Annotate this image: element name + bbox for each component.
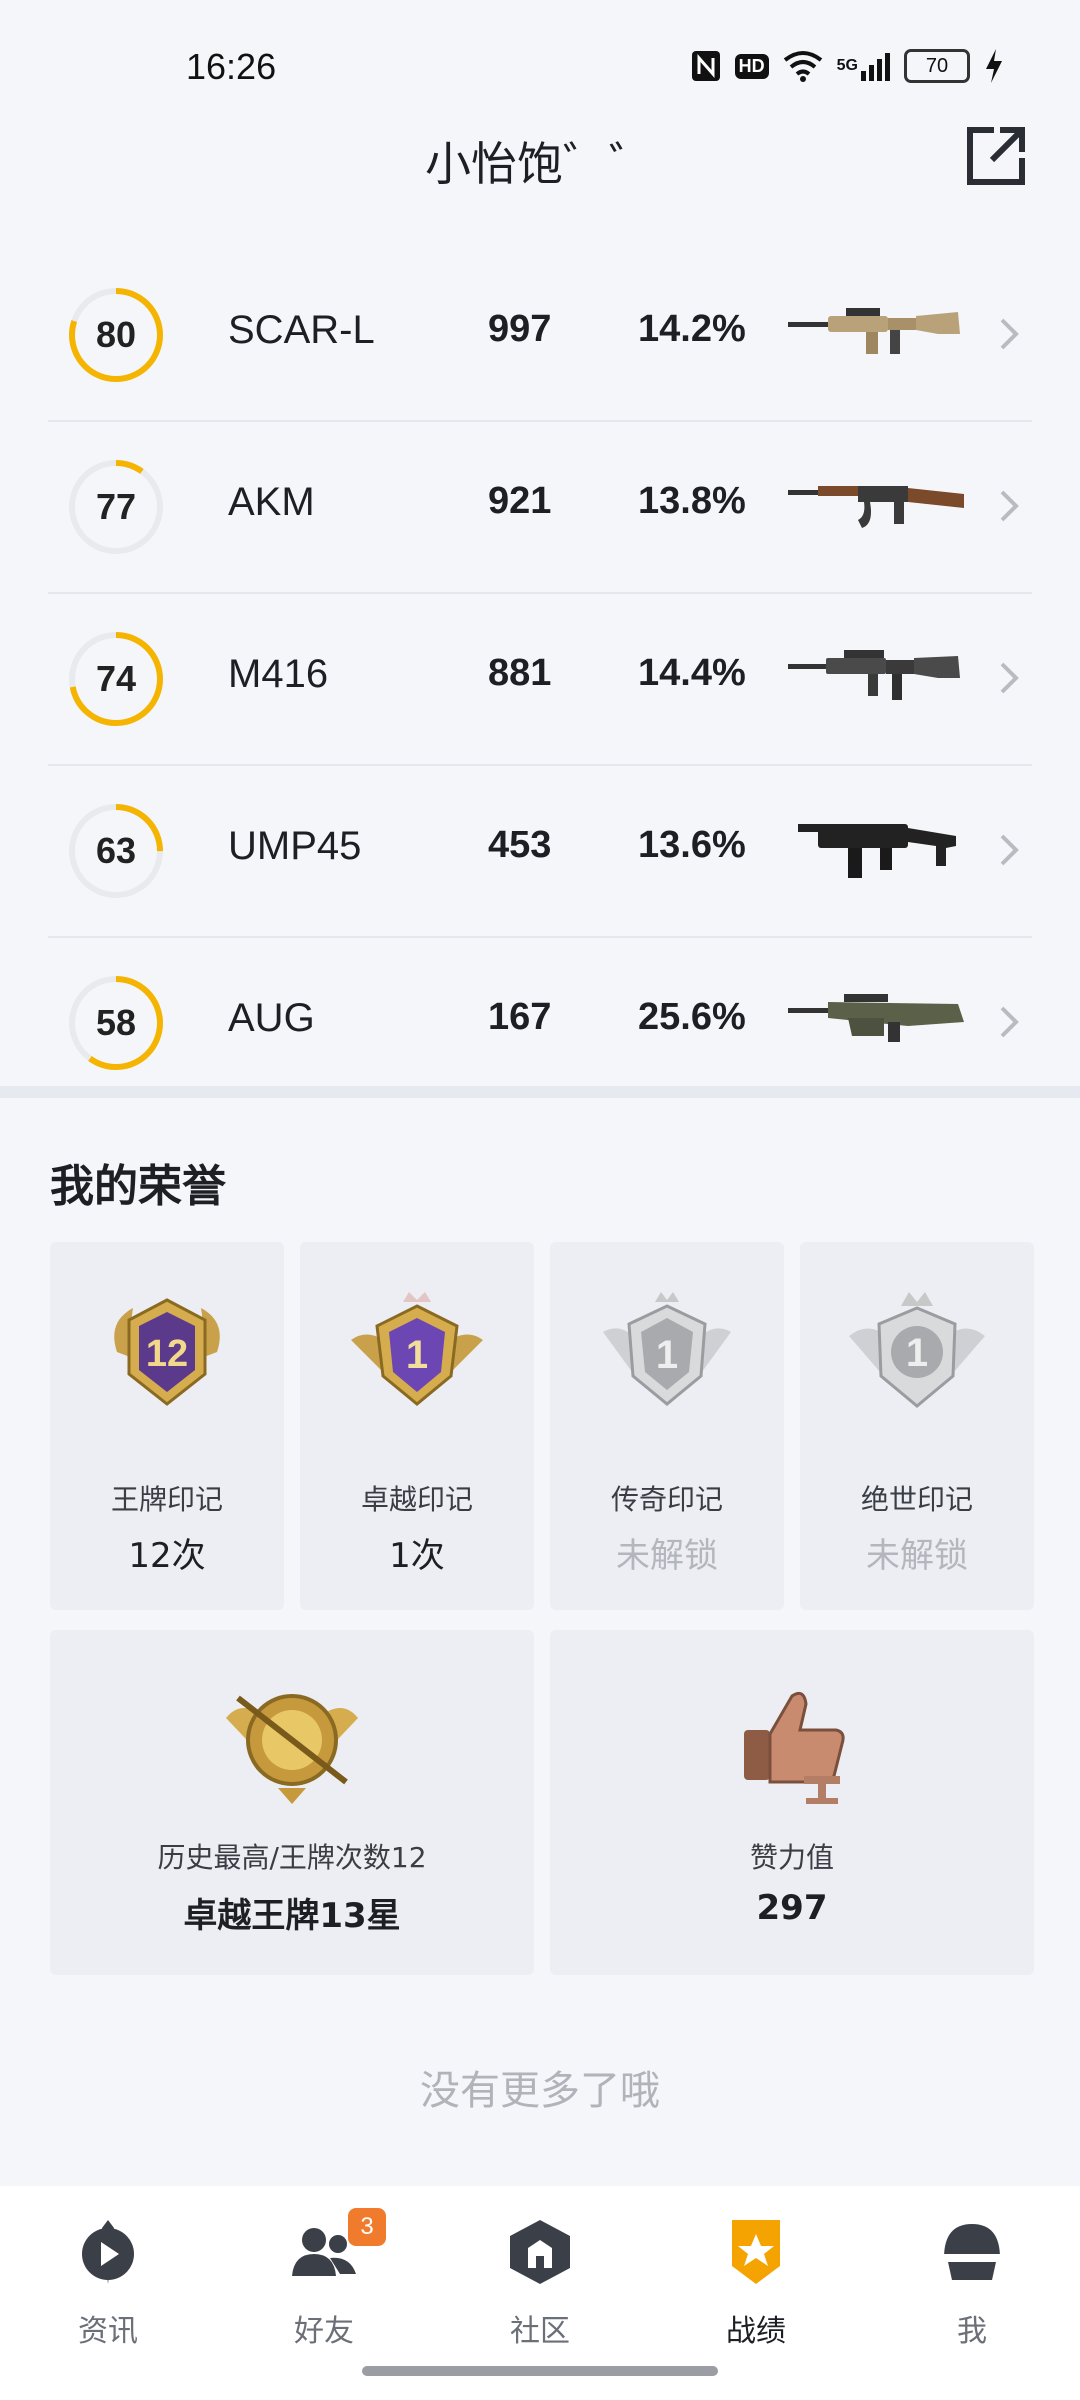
nav-label: 好友 <box>294 2314 354 2349</box>
weapon-count: 921 <box>488 480 552 522</box>
honor-card-value: 未解锁 <box>866 1536 968 1576</box>
page-header: 小怡饱゛゛ <box>0 110 1080 210</box>
weapon-percent: 13.6% <box>638 824 746 866</box>
no-more-text: 没有更多了哦 <box>420 2068 660 2114</box>
nav-item-news[interactable]: 资讯 <box>0 2206 216 2349</box>
weapon-name: AUG <box>228 996 315 1040</box>
share-external-icon[interactable] <box>964 124 1028 188</box>
peerless-emblem-icon: 1 <box>849 1292 985 1408</box>
weapon-score: 80 <box>95 314 137 355</box>
chevron-right-icon <box>1000 834 1019 866</box>
honor-card-label: 历史最高/王牌次数12 <box>157 1841 427 1874</box>
nav-label: 战绩 <box>726 2314 786 2349</box>
honor-card-label: 王牌印记 <box>110 1483 223 1516</box>
weapon-percent: 14.2% <box>638 308 746 350</box>
score-ring: 58 <box>68 975 164 1071</box>
weapon-count: 453 <box>488 824 552 866</box>
record-badge-icon <box>732 2220 780 2284</box>
nav-label: 我 <box>957 2314 987 2349</box>
svg-text:12: 12 <box>146 1333 188 1375</box>
page-title: 小怡饱゛゛ <box>425 137 655 191</box>
honor-card-value: 12次 <box>128 1536 206 1576</box>
hd-icon: HD <box>734 48 769 84</box>
weapon-count: 881 <box>488 652 552 694</box>
weapon-score: 63 <box>95 830 137 871</box>
akm-rifle-icon <box>788 462 968 542</box>
5g-signal-icon: 5G <box>837 48 890 84</box>
honor-card-likes[interactable]: 赞力值 297 <box>550 1630 1034 1975</box>
weapon-score: 77 <box>95 486 137 527</box>
weapon-name: UMP45 <box>228 824 362 868</box>
battery-icon: 70 <box>904 48 970 84</box>
scar-l-rifle-icon <box>788 290 968 370</box>
ace-emblem-icon: 12 <box>114 1298 220 1406</box>
nav-label: 资讯 <box>78 2314 138 2349</box>
weapon-row[interactable]: 77 AKM 921 13.8% <box>48 422 1032 594</box>
weapon-count: 167 <box>488 996 552 1038</box>
honor-card-value: 卓越王牌13星 <box>183 1896 401 1936</box>
weapon-name: M416 <box>228 652 329 696</box>
svg-text:1: 1 <box>406 1333 428 1377</box>
nav-item-friends[interactable]: 3 好友 <box>216 2206 432 2349</box>
weapon-list: 80 SCAR-L 997 14.2% 77 AKM 921 13.8% 74 … <box>0 250 1080 1108</box>
status-bar: 16:26 HD 5G 70 <box>0 0 1080 120</box>
ump45-smg-icon <box>788 806 968 886</box>
chevron-right-icon <box>1000 318 1019 350</box>
weapon-row[interactable]: 58 AUG 167 25.6% <box>48 938 1032 1108</box>
nav-item-me[interactable]: 我 <box>864 2206 1080 2349</box>
score-ring: 63 <box>68 803 164 899</box>
weapon-name: SCAR-L <box>228 308 375 352</box>
weapon-percent: 25.6% <box>638 996 746 1038</box>
honor-card-value: 未解锁 <box>616 1536 718 1576</box>
weapon-row[interactable]: 63 UMP45 453 13.6% <box>48 766 1032 938</box>
m416-rifle-icon <box>788 634 968 714</box>
svg-text:1: 1 <box>906 1331 928 1375</box>
honor-section-title: 我的荣誉 <box>50 1161 226 1212</box>
honor-card-value: 297 <box>756 1888 828 1928</box>
home-indicator[interactable] <box>362 2366 718 2376</box>
thumbs-up-icon <box>744 1691 845 1804</box>
honor-card-label: 卓越印记 <box>360 1483 473 1516</box>
section-divider <box>0 1086 1080 1098</box>
nav-label: 社区 <box>510 2314 570 2349</box>
honor-card-legend[interactable]: 1 传奇印记 未解锁 <box>550 1242 784 1610</box>
svg-text:1: 1 <box>656 1333 678 1377</box>
chevron-right-icon <box>1000 490 1019 522</box>
nav-item-records[interactable]: 战绩 <box>648 2206 864 2349</box>
weapon-score: 58 <box>95 1002 137 1043</box>
honor-card-ace[interactable]: 12 王牌印记 12次 <box>50 1242 284 1610</box>
weapon-row[interactable]: 74 M416 881 14.4% <box>48 594 1032 766</box>
weapon-count: 997 <box>488 308 552 350</box>
chevron-right-icon <box>1000 662 1019 694</box>
honor-card-peerless[interactable]: 1 绝世印记 未解锁 <box>800 1242 1034 1610</box>
excellence-emblem-icon: 1 <box>351 1292 483 1406</box>
score-ring: 74 <box>68 631 164 727</box>
score-ring: 77 <box>68 459 164 555</box>
community-icon <box>510 2220 570 2284</box>
aug-rifle-icon <box>788 978 968 1058</box>
friends-badge: 3 <box>348 2208 386 2246</box>
honor-card-label: 传奇印记 <box>610 1483 723 1516</box>
tier-emblem-icon <box>226 1694 358 1804</box>
weapon-percent: 14.4% <box>638 652 746 694</box>
honor-card-value: 1次 <box>389 1536 445 1576</box>
honor-card-label: 绝世印记 <box>860 1483 973 1516</box>
helmet-icon <box>944 2224 1000 2280</box>
news-play-icon <box>82 2220 134 2284</box>
legend-emblem-icon: 1 <box>603 1292 731 1406</box>
nfc-icon <box>691 48 721 84</box>
nav-item-community[interactable]: 社区 <box>432 2206 648 2349</box>
weapon-row[interactable]: 80 SCAR-L 997 14.2% <box>48 250 1032 422</box>
honor-card-excellence[interactable]: 1 卓越印记 1次 <box>300 1242 534 1610</box>
weapon-percent: 13.8% <box>638 480 746 522</box>
wifi-icon <box>783 48 823 84</box>
charging-icon <box>984 48 1004 84</box>
score-ring: 80 <box>68 287 164 383</box>
weapon-score: 74 <box>95 658 137 699</box>
honor-card-label: 赞力值 <box>749 1841 834 1874</box>
honor-card-highest-tier[interactable]: 历史最高/王牌次数12 卓越王牌13星 <box>50 1630 534 1975</box>
chevron-right-icon <box>1000 1006 1019 1038</box>
status-time: 16:26 <box>186 46 277 87</box>
weapon-name: AKM <box>228 480 315 524</box>
